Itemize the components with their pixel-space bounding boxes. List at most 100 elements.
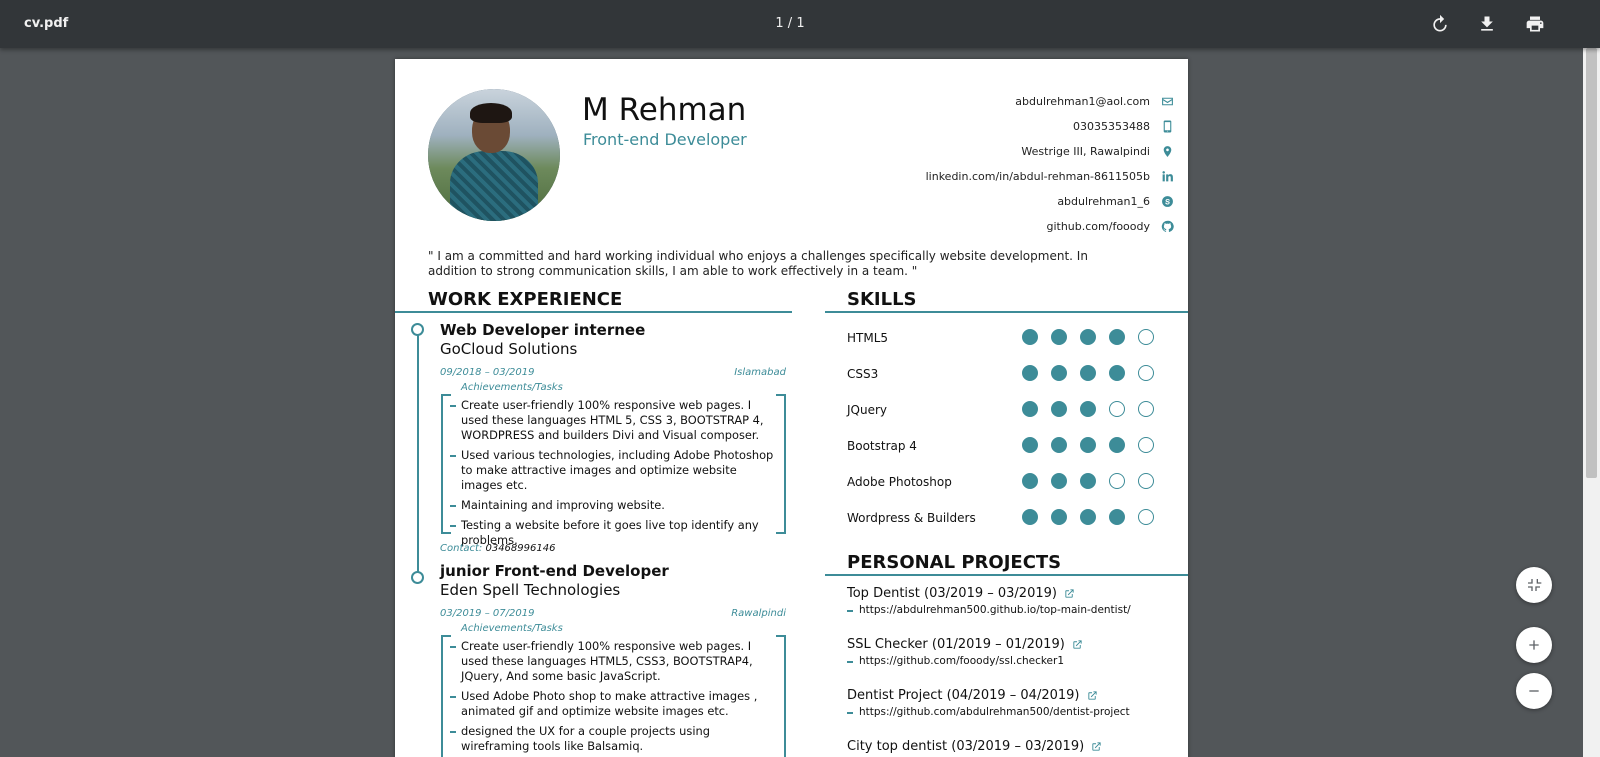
rating-dot-filled [1080,437,1096,453]
section-divider [395,311,792,313]
external-link-icon[interactable] [1072,639,1083,650]
rating-dot-filled [1022,365,1038,381]
work-experience-heading: WORK EXPERIENCE [428,289,623,310]
job-company: GoCloud Solutions [440,340,578,358]
rating-dot-filled [1109,365,1125,381]
skill-rating [1022,509,1154,525]
rating-dot-filled [1080,401,1096,417]
list-item: Used various technologies, including Ado… [450,448,774,492]
scrollbar-thumb[interactable] [1586,48,1597,478]
location-icon [1163,146,1171,157]
contact-location[interactable]: Westrige III, Rawalpindi [894,139,1174,164]
project-item[interactable]: Top Dentist (03/2019 – 03/2019) https://… [847,586,1177,616]
list-item: designed the UX for a couple projects us… [450,724,774,754]
skill-row: Bootstrap 4 [847,437,1157,457]
list-item: Used Adobe Photo shop to make attractive… [450,689,774,719]
rating-dot-filled [1109,329,1125,345]
skill-row: JQuery [847,401,1157,421]
skill-row: Wordpress & Builders [847,509,1157,529]
skill-name: HTML5 [847,331,889,345]
pdf-toolbar: cv.pdf 1 / 1 [0,0,1600,48]
rating-dot-filled [1080,365,1096,381]
rating-dot-filled [1022,473,1038,489]
profile-photo [428,89,560,221]
project-item[interactable]: Dentist Project (04/2019 – 04/2019) http… [847,688,1177,718]
rating-dot-filled [1109,509,1125,525]
rating-dot-empty [1138,329,1154,345]
page-indicator: 1 / 1 [775,16,805,31]
skill-name: JQuery [847,403,888,417]
zoom-in-button[interactable] [1516,627,1552,663]
achievements-label: Achievements/Tasks [461,382,563,393]
job-place: Islamabad [734,367,786,378]
skill-rating [1022,401,1154,417]
skill-rating [1022,365,1154,381]
skills-heading: SKILLS [847,289,917,310]
vertical-scrollbar[interactable] [1583,48,1600,757]
cv-summary: " I am a committed and hard working indi… [428,249,1088,278]
download-button[interactable] [1475,12,1499,36]
skill-name: Adobe Photoshop [847,475,952,489]
rating-dot-filled [1080,509,1096,525]
external-link-icon[interactable] [1064,588,1075,599]
timeline-dot [411,571,424,584]
project-url[interactable]: https://github.com/fooody/ssl.checker1 [847,655,1177,667]
projects-heading: PERSONAL PROJECTS [847,552,1062,573]
fit-page-icon [1528,579,1542,591]
job-title: Web Developer internee [440,321,646,339]
rating-dot-empty [1109,473,1125,489]
skill-name: Wordpress & Builders [847,511,976,525]
section-divider [825,574,1188,576]
job-contact: Contact: 03468996146 [440,543,556,554]
zoom-in-icon [1529,640,1539,650]
rating-dot-filled [1080,329,1096,345]
rating-dot-filled [1051,365,1067,381]
tasks-box: Create user-friendly 100% responsive web… [441,394,786,547]
contact-skype[interactable]: abdulrehman1_6 [894,189,1174,214]
job-company: Eden Spell Technologies [440,581,621,599]
fit-page-button[interactable] [1516,567,1552,603]
skill-rating [1022,437,1154,453]
zoom-out-button[interactable] [1516,673,1552,709]
list-item: Maintaining and improving website. [450,498,774,513]
timeline-dot [411,323,424,336]
rating-dot-empty [1138,473,1154,489]
zoom-out-icon [1529,690,1539,692]
rating-dot-empty [1138,365,1154,381]
list-item: Create user-friendly 100% responsive web… [450,639,774,684]
job-dates: 03/2019 – 07/2019 [440,608,535,619]
print-icon [1526,16,1544,32]
timeline-line [417,331,419,577]
download-icon [1481,16,1493,31]
contact-phone[interactable]: 03035353488 [894,114,1174,139]
cv-role: Front-end Developer [583,130,747,149]
achievements-label: Achievements/Tasks [461,623,563,634]
project-item[interactable]: City top dentist (03/2019 – 03/2019) [847,739,1177,754]
contact-linkedin[interactable]: linkedin.com/in/abdul-rehman-8611505b [894,164,1174,189]
contact-github[interactable]: github.com/fooody [894,214,1174,239]
tasks-box: Create user-friendly 100% responsive web… [441,635,786,757]
skill-rating [1022,329,1154,345]
external-link-icon[interactable] [1091,741,1102,752]
list-item: Create user-friendly 100% responsive web… [450,398,774,443]
project-url[interactable]: https://abdulrehman500.github.io/top-mai… [847,604,1177,616]
skill-name: CSS3 [847,367,879,381]
rotate-icon [1433,14,1447,32]
rating-dot-filled [1022,329,1038,345]
rotate-button[interactable] [1428,12,1452,36]
rating-dot-empty [1109,401,1125,417]
skill-name: Bootstrap 4 [847,439,917,453]
contact-email[interactable]: abdulrehman1@aol.com [894,89,1174,114]
rating-dot-filled [1051,437,1067,453]
rating-dot-empty [1138,509,1154,525]
skill-row: Adobe Photoshop [847,473,1157,493]
project-url[interactable]: https://github.com/abdulrehman500/dentis… [847,706,1177,718]
cv-name: M Rehman [582,92,747,128]
external-link-icon[interactable] [1087,690,1098,701]
rating-dot-filled [1022,437,1038,453]
project-item[interactable]: SSL Checker (01/2019 – 01/2019) https://… [847,637,1177,667]
skype-icon [1161,196,1173,207]
print-button[interactable] [1523,12,1547,36]
section-divider [825,311,1188,313]
rating-dot-filled [1109,437,1125,453]
